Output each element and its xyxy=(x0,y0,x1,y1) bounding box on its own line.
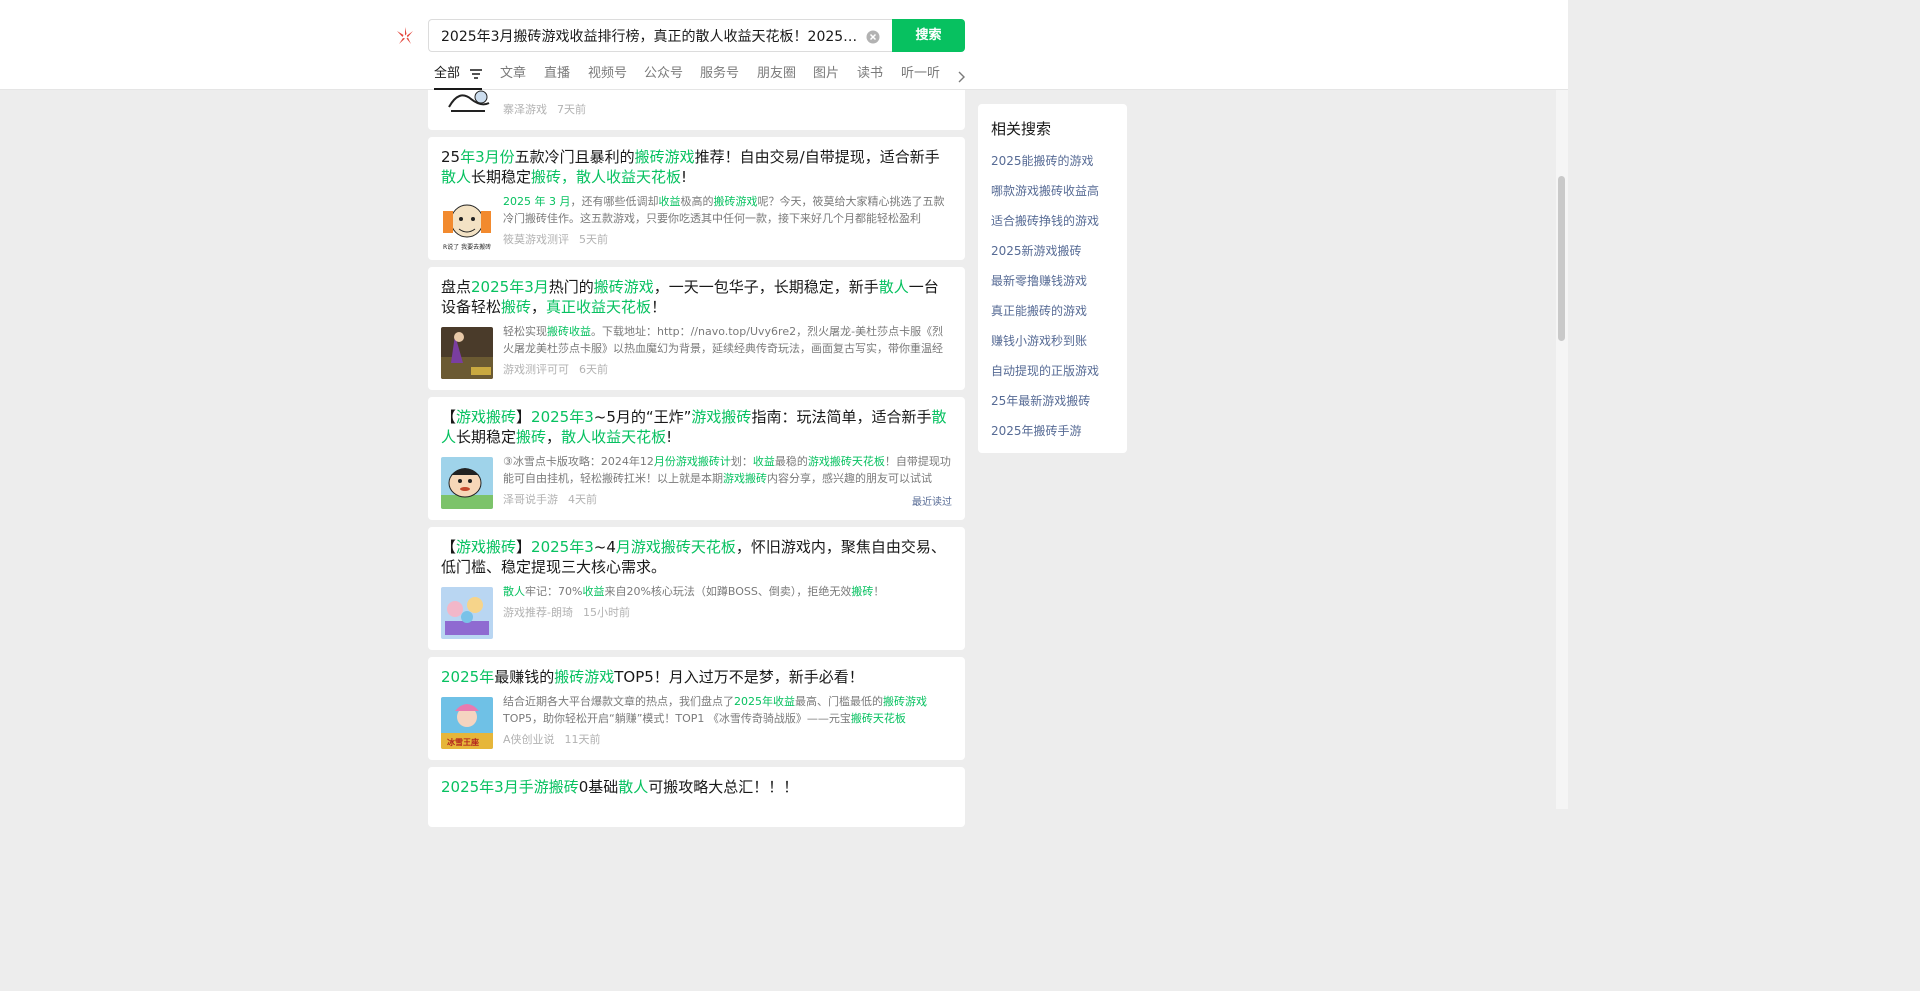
tab-moments[interactable]: 朋友圈 xyxy=(757,63,796,90)
chevron-right-icon[interactable] xyxy=(958,68,966,87)
search-button[interactable]: 搜索 xyxy=(892,19,965,52)
result-time: 15小时前 xyxy=(582,606,630,619)
result-meta: A侠创业说 11天前 xyxy=(503,733,601,747)
related-search-item[interactable]: 2025新游戏搬砖 xyxy=(991,242,1082,259)
related-search-item[interactable]: 2025年搬砖手游 xyxy=(991,422,1082,439)
result-thumbnail[interactable] xyxy=(441,327,493,379)
related-search-item[interactable]: 适合搬砖挣钱的游戏 xyxy=(991,212,1099,229)
recently-read-badge: 最近读过 xyxy=(912,497,952,508)
result-card[interactable]: 2025年3月手游搬砖0基础散人可搬攻略大总汇！！！ xyxy=(428,767,965,827)
svg-text:R说了 我要去搬砖: R说了 我要去搬砖 xyxy=(443,243,491,251)
related-search-item[interactable]: 真正能搬砖的游戏 xyxy=(991,302,1087,319)
svg-text:冰雪王座: 冰雪王座 xyxy=(447,737,479,747)
filter-icon[interactable] xyxy=(470,68,483,79)
result-time: 4天前 xyxy=(568,493,597,506)
result-card[interactable]: 【游戏搬砖】2025年3~5月的“王炸”游戏搬砖指南：玩法简单，适合新手散人长期… xyxy=(428,397,965,520)
scrollbar-thumb[interactable] xyxy=(1558,176,1565,341)
result-meta: 寨泽游戏 7天前 xyxy=(503,103,586,117)
result-snippet: ③冰雪点卡版攻略：2024年12月份游戏搬砖计划：收益最稳的游戏搬砖天花板！自带… xyxy=(503,455,951,485)
tab-articles[interactable]: 文章 xyxy=(500,63,526,90)
result-title[interactable]: 【游戏搬砖】2025年3~4月游戏搬砖天花板，怀旧游戏内，聚焦自由交易、低门槛、… xyxy=(441,537,953,577)
result-snippet: 轻松实现搬砖收益。下载地址：http：//navo.top/Uvy6re2，烈火… xyxy=(503,325,944,355)
tab-listen[interactable]: 听一听 xyxy=(901,63,940,90)
result-source[interactable]: 寨泽游戏 xyxy=(503,103,547,116)
tab-channels[interactable]: 视频号 xyxy=(588,63,627,90)
result-card[interactable]: 盘点2025年3月热门的搬砖游戏，一天一包华子，长期稳定，新手散人一台设备轻松搬… xyxy=(428,267,965,390)
result-meta: 游戏推荐-朗琦 15小时前 xyxy=(503,606,630,620)
result-source[interactable]: A侠创业说 xyxy=(503,733,555,746)
tab-images[interactable]: 图片 xyxy=(813,63,839,90)
result-snippet: 结合近期各大平台爆款文章的热点，我们盘点了2025年收益最高、门槛最低的搬砖游戏… xyxy=(503,695,927,725)
result-thumbnail[interactable] xyxy=(441,587,493,639)
result-time: 7天前 xyxy=(557,103,586,116)
result-meta: 泽哥说手游 4天前 xyxy=(503,493,597,507)
result-title[interactable]: 2025年最赚钱的搬砖游戏TOP5！月入过万不是梦，新手必看！ xyxy=(441,667,953,687)
result-title[interactable]: 25年3月份五款冷门且暴利的搬砖游戏推荐！自由交易/自带提现，适合新手散人长期稳… xyxy=(441,147,953,187)
result-snippet: 2025 年 3 月，还有哪些低调却收益极高的搬砖游戏呢？今天，筱莫给大家精心挑… xyxy=(503,195,945,225)
tab-live[interactable]: 直播 xyxy=(544,63,570,90)
result-time: 5天前 xyxy=(579,233,608,246)
related-search-item[interactable]: 自动提现的正版游戏 xyxy=(991,362,1099,379)
result-card[interactable]: 2025年最赚钱的搬砖游戏TOP5！月入过万不是梦，新手必看！ 冰雪王座 结合近… xyxy=(428,657,965,760)
related-search-item[interactable]: 哪款游戏搬砖收益高 xyxy=(991,182,1099,199)
related-searches-panel: 相关搜索 2025能搬砖的游戏 哪款游戏搬砖收益高 适合搬砖挣钱的游戏 2025… xyxy=(978,104,1127,453)
related-search-item[interactable]: 赚钱小游戏秒到账 xyxy=(991,332,1087,349)
result-source[interactable]: 泽哥说手游 xyxy=(503,493,558,506)
search-logo-icon[interactable] xyxy=(394,25,416,47)
result-meta: 游戏测评可可 6天前 xyxy=(503,363,608,377)
result-source[interactable]: 筱莫游戏测评 xyxy=(503,233,569,246)
result-time: 6天前 xyxy=(579,363,608,376)
tab-books[interactable]: 读书 xyxy=(857,63,883,90)
result-title[interactable]: 【游戏搬砖】2025年3~5月的“王炸”游戏搬砖指南：玩法简单，适合新手散人长期… xyxy=(441,407,953,447)
page-scrollbar[interactable] xyxy=(1556,0,1568,809)
tab-official-accounts[interactable]: 公众号 xyxy=(644,63,683,90)
search-header: 2025年3月搬砖游戏收益排行榜，真正的散人收益天花板！2025年... 搜索 … xyxy=(0,0,1568,90)
clear-search-icon[interactable] xyxy=(866,29,880,44)
tab-all[interactable]: 全部 xyxy=(434,63,483,90)
result-card[interactable]: 25年3月份五款冷门且暴利的搬砖游戏推荐！自由交易/自带提现，适合新手散人长期稳… xyxy=(428,137,965,260)
result-title[interactable]: 盘点2025年3月热门的搬砖游戏，一天一包华子，长期稳定，新手散人一台设备轻松搬… xyxy=(441,277,953,317)
related-search-item[interactable]: 2025能搬砖的游戏 xyxy=(991,152,1094,169)
related-searches-title: 相关搜索 xyxy=(991,120,1052,138)
result-time: 11天前 xyxy=(564,733,601,746)
tab-label: 全部 xyxy=(434,66,461,81)
result-thumbnail[interactable]: R说了 我要去搬砖 xyxy=(441,199,493,251)
tab-service-accounts[interactable]: 服务号 xyxy=(700,63,739,90)
related-search-item[interactable]: 25年最新游戏搬砖 xyxy=(991,392,1090,409)
result-source[interactable]: 游戏推荐-朗琦 xyxy=(503,606,573,619)
related-search-item[interactable]: 最新零撸赚钱游戏 xyxy=(991,272,1087,289)
result-source[interactable]: 游戏测评可可 xyxy=(503,363,569,376)
result-thumbnail[interactable]: 冰雪王座 xyxy=(441,697,493,749)
result-title[interactable]: 2025年3月手游搬砖0基础散人可搬攻略大总汇！！！ xyxy=(441,777,953,797)
result-thumbnail[interactable] xyxy=(441,457,493,509)
result-card[interactable]: 【游戏搬砖】2025年3~4月游戏搬砖天花板，怀旧游戏内，聚焦自由交易、低门槛、… xyxy=(428,527,965,650)
result-meta: 筱莫游戏测评 5天前 xyxy=(503,233,608,247)
search-box[interactable]: 2025年3月搬砖游戏收益排行榜，真正的散人收益天花板！2025年... xyxy=(428,19,892,52)
search-input[interactable]: 2025年3月搬砖游戏收益排行榜，真正的散人收益天花板！2025年... xyxy=(441,27,861,47)
